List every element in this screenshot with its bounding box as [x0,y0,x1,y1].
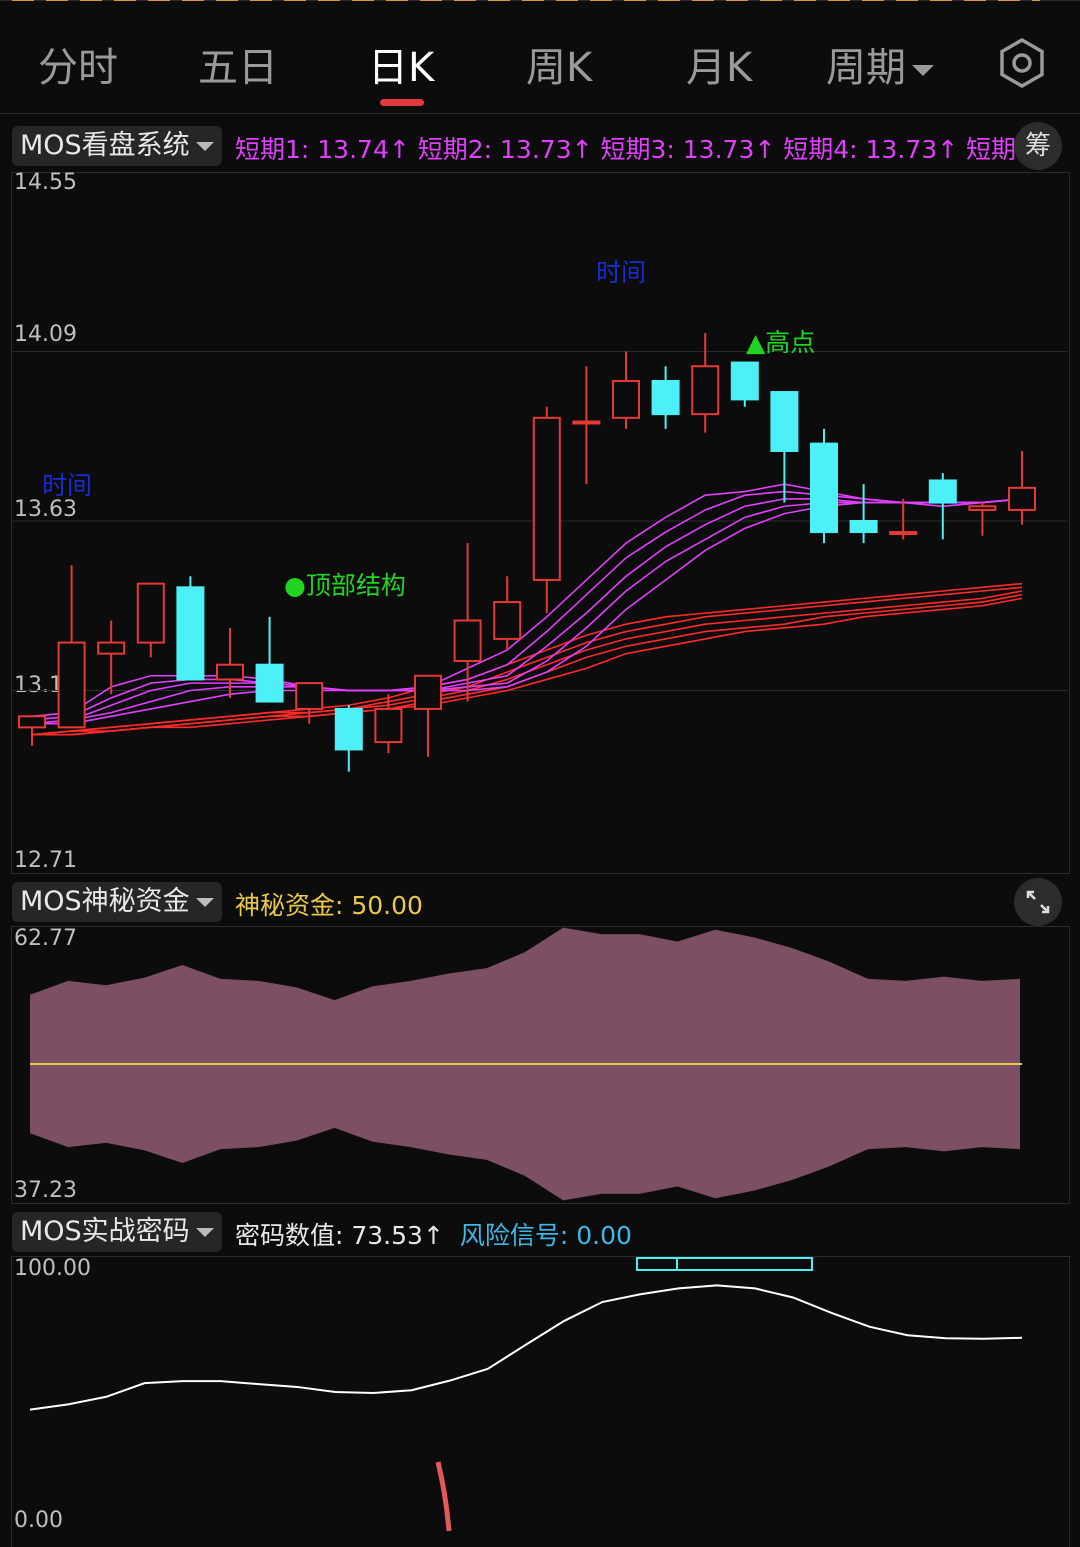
candle-body-22 [889,531,918,536]
candle-body-15 [612,379,640,419]
annotation-top-structure: ●顶部结构 [284,571,406,600]
code-indicator-selector[interactable]: MOS实战密码 [12,1212,222,1252]
chevron-down-icon [195,898,214,907]
annotation-time-top: 时间 [596,258,647,287]
candle-body-10 [414,674,442,710]
candle-body-19 [770,391,799,452]
annotation-high-point: ▲高点 [746,328,816,357]
candle-body-1 [57,641,86,729]
code-indicator-name: MOS实战密码 [20,1216,190,1247]
fund-chart-frame [11,926,1070,1204]
candle-body-18 [730,361,759,401]
candle-body-3 [136,582,165,644]
candle-body-20 [810,442,838,534]
candle-body-24 [968,505,997,511]
fund-axis-bottom: 37.23 [14,1178,77,1203]
candle-body-23 [928,479,957,504]
code-axis-top: 100.00 [14,1256,91,1281]
candle-body-12 [493,601,522,640]
candle-body-11 [453,619,482,663]
chevron-down-icon [195,1228,214,1237]
candle-body-2 [97,641,126,655]
fund-axis-top: 62.77 [14,926,77,951]
annotation-time-left: 时间 [42,471,93,500]
code-chart-frame [11,1256,1070,1547]
expand-icon[interactable] [1014,878,1062,926]
candle-body-5 [216,663,244,681]
fund-legend: 神秘资金: 50.00 [235,891,423,920]
candle-body-8 [334,707,363,751]
candle-body-17 [691,365,720,416]
candle-body-16 [651,379,680,416]
candle-body-21 [849,520,878,534]
risk-signal-text: 风险信号: 0.00 [459,1221,632,1250]
candle-body-4 [176,586,205,681]
code-value-text: 密码数值: 73.53↑ [235,1221,444,1250]
code-axis-bottom: 0.00 [14,1508,63,1533]
candle-body-7 [295,682,324,710]
candle-body-13 [532,416,561,581]
fund-indicator-selector[interactable]: MOS神秘资金 [12,882,222,922]
candle-body-14 [572,420,601,425]
code-legend-value: 密码数值: 73.53↑ 风险信号: 0.00 [235,1216,632,1252]
candle-body-0 [18,715,46,729]
fund-indicator-name: MOS神秘资金 [20,886,190,917]
candle-body-6 [255,663,284,703]
candle-body-9 [374,707,403,744]
candle-body-25 [1008,486,1036,511]
